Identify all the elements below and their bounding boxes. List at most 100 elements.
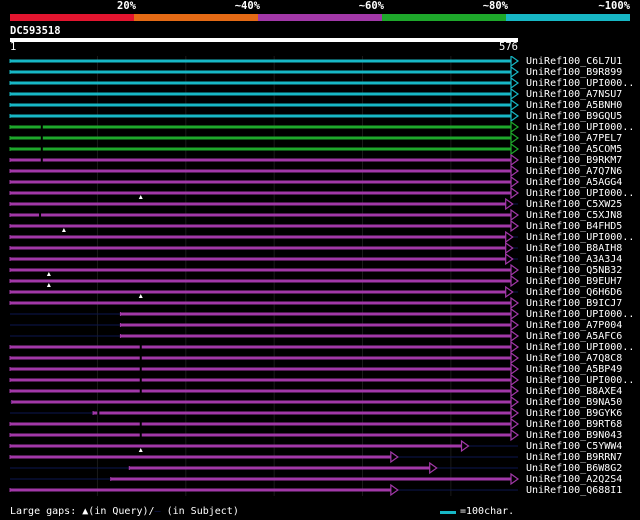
query-gap-marker xyxy=(138,448,143,452)
subject-gap-marker-icon: — xyxy=(154,506,161,517)
hit-label[interactable]: UniRef100_A5BNH0 xyxy=(526,100,622,111)
identity-color-scale xyxy=(10,14,630,21)
scale-segment-60 xyxy=(258,14,382,21)
hit-label[interactable]: UniRef100_B9RKM7 xyxy=(526,155,622,166)
ruler-end-label: 576 xyxy=(499,41,518,53)
hit-label[interactable]: UniRef100_C6L7U1 xyxy=(526,56,622,67)
hit-label[interactable]: UniRef100_A7Q7N6 xyxy=(526,166,622,177)
query-gap-marker xyxy=(46,283,51,287)
alignment-arrowhead xyxy=(510,373,520,387)
alignment-arrowhead xyxy=(429,461,438,475)
hit-label[interactable]: UniRef100_A5BP49 xyxy=(526,364,622,375)
scale-legend: =100char. xyxy=(440,506,514,518)
hit-label[interactable]: UniRef100_Q6H6D6 xyxy=(526,287,622,298)
hit-label[interactable]: UniRef100_UPI000.. xyxy=(526,309,634,320)
alignment-arrowhead xyxy=(510,428,520,442)
hit-label[interactable]: UniRef100_UPI000.. xyxy=(526,342,634,353)
identity-legend-labels: 20% ~40% ~60% ~80% ~100% xyxy=(0,0,640,14)
legend-label-20: 20% xyxy=(117,0,136,12)
hit-label[interactable]: UniRef100_A5AGG4 xyxy=(526,177,622,188)
alignment-arrowhead xyxy=(390,483,399,497)
hit-label[interactable]: UniRef100_B9RRN7 xyxy=(526,452,622,463)
scale-label: =100char. xyxy=(460,506,515,517)
hit-label[interactable]: UniRef100_A5COM5 xyxy=(526,144,622,155)
scale-segment-100 xyxy=(506,14,630,21)
hit-label[interactable]: UniRef100_Q5NB32 xyxy=(526,265,622,276)
hit-label[interactable]: UniRef100_A3A3J4 xyxy=(526,254,622,265)
alignment-arrowhead xyxy=(510,329,520,343)
hit-label[interactable]: UniRef100_A7PEL7 xyxy=(526,133,622,144)
alignment-arrowhead xyxy=(510,98,520,112)
hit-label[interactable]: UniRef100_B9ICJ7 xyxy=(526,298,622,309)
alignment-arrowhead xyxy=(510,417,520,431)
query-ruler xyxy=(10,38,518,42)
alignment-arrowhead xyxy=(390,450,399,464)
alignment-arrowhead xyxy=(505,285,514,299)
legend-label-40: ~40% xyxy=(234,0,260,12)
alignment-arrowhead xyxy=(510,109,520,123)
hit-label[interactable]: UniRef100_C5YWW4 xyxy=(526,441,622,452)
alignment-arrowhead xyxy=(510,87,520,101)
hit-label[interactable]: UniRef100_A7P004 xyxy=(526,320,622,331)
query-gap-marker xyxy=(46,272,51,276)
hit-label[interactable]: UniRef100_B9RT68 xyxy=(526,419,622,430)
hit-label[interactable]: UniRef100_B9NA50 xyxy=(526,397,622,408)
hit-label[interactable]: UniRef100_C5XJN8 xyxy=(526,210,622,221)
hit-label[interactable]: UniRef100_A2Q2S4 xyxy=(526,474,622,485)
alignment-arrowhead xyxy=(510,56,520,68)
alignment-arrowhead xyxy=(510,76,520,90)
query-gap-marker xyxy=(138,294,143,298)
alignment-arrowhead xyxy=(505,252,514,266)
alignment-arrowhead xyxy=(510,142,520,156)
alignment-arrowhead xyxy=(505,230,514,244)
hit-label[interactable]: UniRef100_UPI000.. xyxy=(526,78,634,89)
alignment-arrowhead xyxy=(510,175,520,189)
hit-label[interactable]: UniRef100_A5AFC6 xyxy=(526,331,622,342)
in-query-label: (in Query)/ xyxy=(88,506,155,517)
hit-label[interactable]: UniRef100_UPI000.. xyxy=(526,188,634,199)
alignment-arrowhead xyxy=(510,263,520,277)
hit-label[interactable]: UniRef100_A7Q8C8 xyxy=(526,353,622,364)
hit-label[interactable]: UniRef100_B9EUH7 xyxy=(526,276,622,287)
scale-segment-40 xyxy=(134,14,258,21)
alignment-graph: UniRef100_C6L7U1 UniRef100_B9R899 UniRef10… xyxy=(0,56,640,504)
alignment-arrowhead xyxy=(510,318,520,332)
alignment-arrowhead xyxy=(505,241,514,255)
hit-label[interactable]: UniRef100_B9GQU5 xyxy=(526,111,622,122)
alignment-arrowhead xyxy=(510,406,520,420)
alignment-arrowhead xyxy=(510,120,520,134)
alignment-arrowhead xyxy=(510,384,520,398)
hit-label[interactable]: UniRef100_B8AIH8 xyxy=(526,243,622,254)
hit-label[interactable]: UniRef100_C5XW25 xyxy=(526,199,622,210)
hit-label[interactable]: UniRef100_B8AXE4 xyxy=(526,386,622,397)
alignment-arrowhead xyxy=(510,296,520,310)
alignment-arrowhead xyxy=(510,362,520,376)
hit-label[interactable]: UniRef100_B6W8G2 xyxy=(526,463,622,474)
hit-label[interactable]: UniRef100_UPI000.. xyxy=(526,375,634,386)
hit-label[interactable]: UniRef100_Q688I1 xyxy=(526,485,622,496)
hit-label[interactable]: UniRef100_B9R899 xyxy=(526,67,622,78)
scale-swatch xyxy=(440,510,456,514)
alignment-arrowhead xyxy=(510,219,520,233)
hit-label[interactable]: UniRef100_B4FHD5 xyxy=(526,221,622,232)
alignment-arrowhead xyxy=(510,153,520,167)
ruler-start-label: 1 xyxy=(10,41,17,53)
scale-segment-20 xyxy=(10,14,134,21)
alignment-arrowhead xyxy=(510,307,520,321)
alignment-arrowhead xyxy=(460,439,470,453)
hit-label[interactable]: UniRef100_UPI000.. xyxy=(526,232,634,243)
in-subject-label: (in Subject) xyxy=(166,506,239,517)
alignment-arrowhead xyxy=(510,131,520,145)
alignment-arrowhead xyxy=(510,208,520,222)
hit-label[interactable]: UniRef100_B9N043 xyxy=(526,430,622,441)
query-gap-marker xyxy=(61,228,66,232)
query-gap-marker xyxy=(138,195,143,199)
legend-label-80: ~80% xyxy=(482,0,508,12)
hit-label[interactable]: UniRef100_UPI000.. xyxy=(526,122,634,133)
alignment-arrowhead xyxy=(510,395,520,409)
alignment-arrowhead xyxy=(510,340,520,354)
hit-label[interactable]: UniRef100_A7NSU7 xyxy=(526,89,622,100)
legend-label-60: ~60% xyxy=(358,0,384,12)
hit-label[interactable]: UniRef100_B9GYK6 xyxy=(526,408,622,419)
alignment-arrowhead xyxy=(510,186,520,200)
